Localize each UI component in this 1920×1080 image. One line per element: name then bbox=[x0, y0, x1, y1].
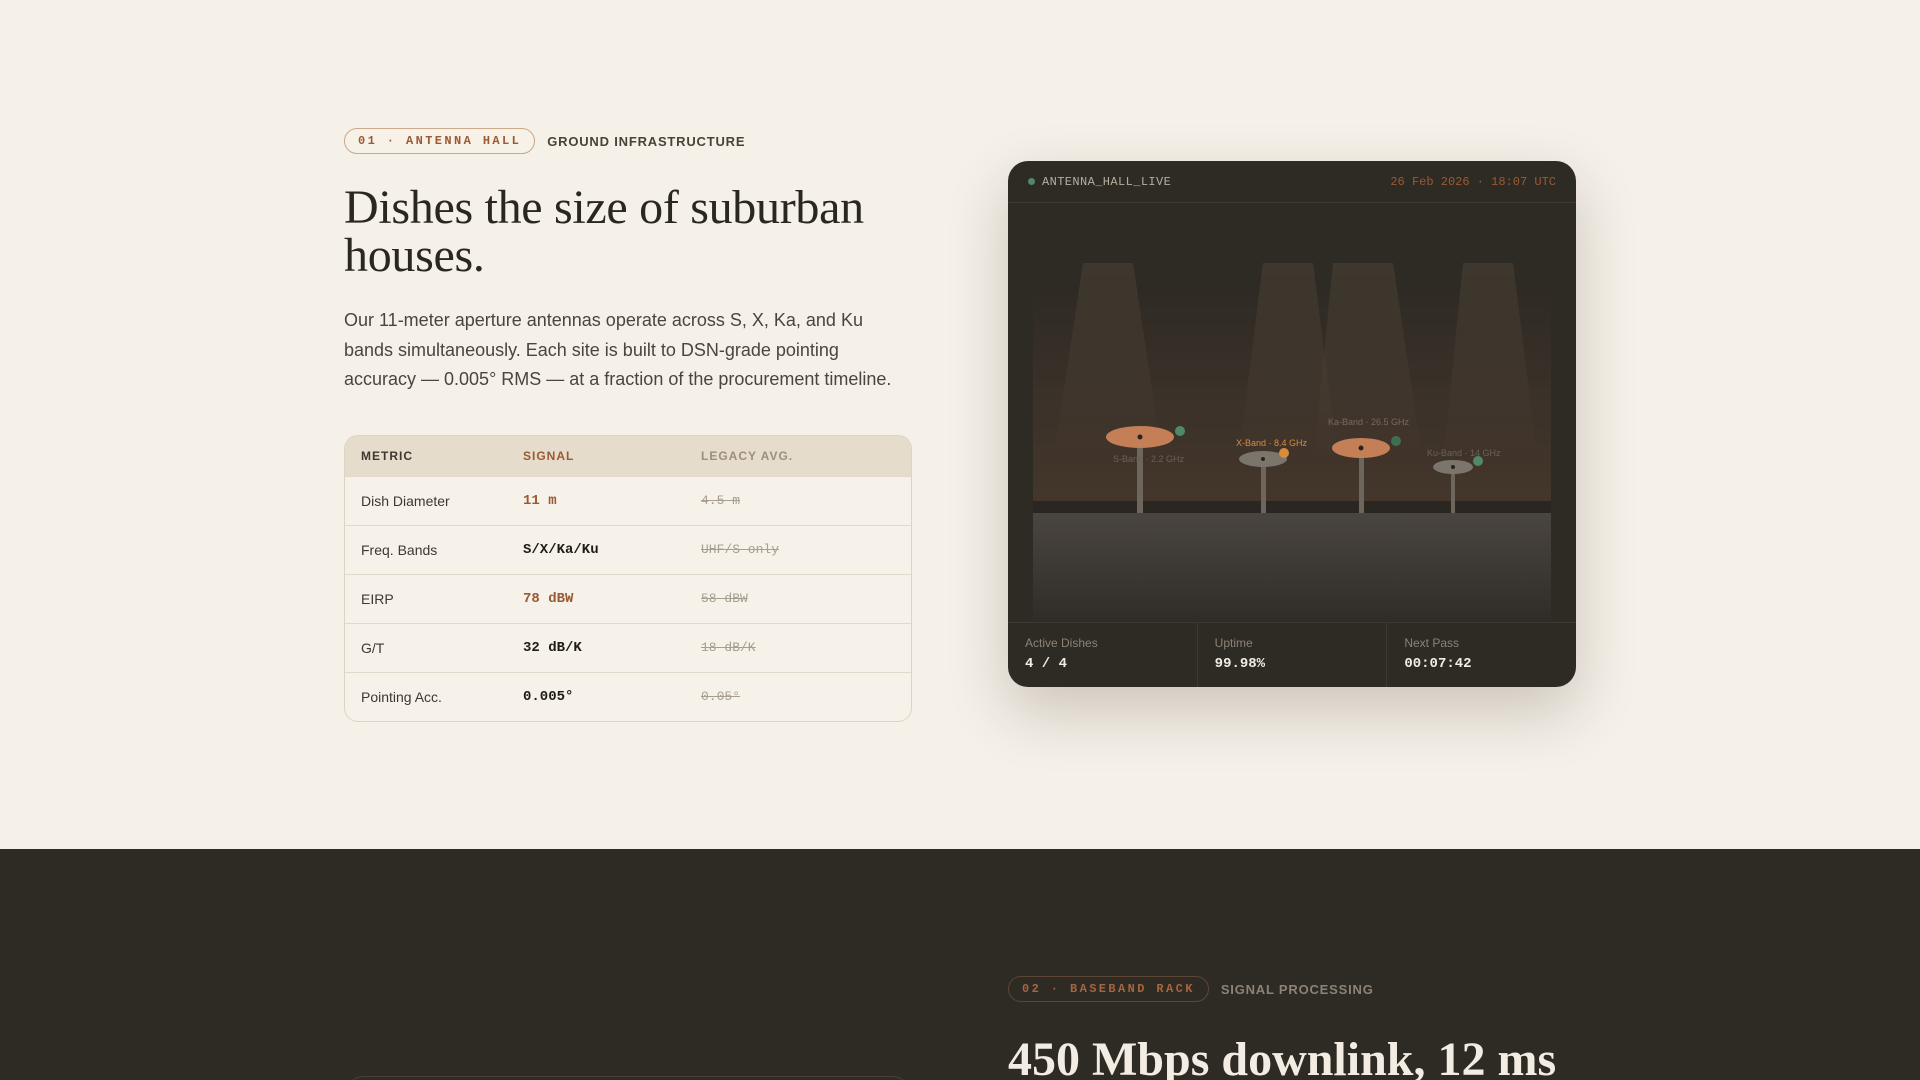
stat-label: Next Pass bbox=[1404, 636, 1460, 650]
table-row: Freq. Bands S/X/Ka/Ku UHF/S only bbox=[345, 524, 911, 574]
stat-value: 4 / 4 bbox=[1025, 656, 1068, 672]
section-headline: Dishes the size of suburban houses. bbox=[344, 181, 864, 282]
band-label: Ka-Band · 26.5 GHz bbox=[1328, 417, 1410, 427]
panel-stats: Active Dishes 4 / 4 Uptime 99.98% Next P… bbox=[1008, 622, 1576, 687]
header-signal: SIGNAL bbox=[523, 448, 575, 463]
row-metric: Freq. Bands bbox=[361, 541, 438, 558]
band-status-dot-icon bbox=[1279, 448, 1289, 458]
table-row: G/T 32 dB/K 18 dB/K bbox=[345, 622, 911, 672]
stat-active-dishes: Active Dishes 4 / 4 bbox=[1008, 623, 1197, 687]
live-status-dot-icon bbox=[1028, 178, 1035, 185]
band-label: X-Band · 8.4 GHz bbox=[1236, 438, 1308, 448]
antenna-scene: S-Band · 2.2 GHz X-Band · 8.4 GHz Ka-Ban… bbox=[1033, 203, 1551, 621]
section-eyebrow: 01 · ANTENNA HALL GROUND INFRASTRUCTURE bbox=[344, 128, 912, 154]
row-signal-value: 32 dB/K bbox=[523, 639, 582, 656]
stat-value: 99.98% bbox=[1214, 656, 1266, 672]
row-metric: Pointing Acc. bbox=[361, 688, 442, 705]
band-status-dot-icon bbox=[1175, 426, 1185, 436]
section-tag: 02 · BASEBAND RACK bbox=[1008, 976, 1209, 1002]
row-signal-value: 78 dBW bbox=[523, 590, 574, 607]
section-category: SIGNAL PROCESSING bbox=[1220, 981, 1374, 997]
row-metric: G/T bbox=[361, 639, 385, 656]
baseband-rack-section: 02 · BASEBAND RACK SIGNAL PROCESSING 450… bbox=[0, 849, 1920, 1080]
row-signal-value: S/X/Ka/Ku bbox=[523, 541, 599, 558]
row-metric: Dish Diameter bbox=[361, 492, 450, 509]
band-label: Ku-Band · 14 GHz bbox=[1427, 448, 1501, 458]
row-signal-value: 0.005° bbox=[523, 688, 574, 705]
row-legacy-value: UHF/S only bbox=[701, 542, 780, 557]
live-feed-label: ANTENNA_HALL_LIVE bbox=[1042, 174, 1172, 189]
section-eyebrow: 02 · BASEBAND RACK SIGNAL PROCESSING bbox=[1008, 976, 1556, 1002]
band-label: S-Band · 2.2 GHz bbox=[1113, 454, 1185, 464]
section-tag: 01 · ANTENNA HALL bbox=[344, 128, 536, 154]
stat-label: Uptime bbox=[1214, 636, 1253, 650]
table-header: METRIC SIGNAL LEGACY AVG. bbox=[345, 435, 911, 476]
row-metric: EIRP bbox=[361, 590, 394, 607]
section-category: GROUND INFRASTRUCTURE bbox=[547, 133, 746, 149]
table-row: Dish Diameter 11 m 4.5 m bbox=[345, 475, 911, 525]
baseband-card bbox=[344, 1076, 912, 1080]
comparison-table: METRIC SIGNAL LEGACY AVG. Dish Diameter … bbox=[344, 434, 912, 722]
live-indicator: ANTENNA_HALL_LIVE bbox=[1028, 175, 1171, 189]
section-description: Our 11-meter aperture antennas operate a… bbox=[344, 310, 892, 389]
antenna-hall-live-panel: ANTENNA_HALL_LIVE 26 Feb 2026 · 18:07 UT… bbox=[1008, 161, 1576, 687]
row-legacy-value: 4.5 m bbox=[701, 493, 741, 508]
baseband-rack-content: 02 · BASEBAND RACK SIGNAL PROCESSING 450… bbox=[1008, 976, 1556, 1080]
panel-header: ANTENNA_HALL_LIVE 26 Feb 2026 · 18:07 UT… bbox=[1008, 161, 1576, 203]
row-legacy-value: 18 dB/K bbox=[701, 640, 756, 655]
panel-timestamp: 26 Feb 2026 · 18:07 UTC bbox=[1390, 174, 1556, 189]
table-row: Pointing Acc. 0.005° 0.05° bbox=[345, 671, 911, 721]
row-legacy-value: 58 dBW bbox=[701, 591, 748, 606]
antenna-hall-content: 01 · ANTENNA HALL GROUND INFRASTRUCTURE … bbox=[344, 128, 912, 722]
stat-uptime: Uptime 99.98% bbox=[1196, 623, 1387, 687]
header-metric: METRIC bbox=[361, 448, 413, 463]
row-signal-value: 11 m bbox=[523, 492, 557, 509]
antenna-illustration: S-Band · 2.2 GHz X-Band · 8.4 GHz Ka-Ban… bbox=[1033, 203, 1551, 621]
section-headline: 450 Mbps downlink, 12 ms bbox=[1008, 1033, 1557, 1080]
stat-label: Active Dishes bbox=[1025, 636, 1098, 650]
antenna-hall-section: 01 · ANTENNA HALL GROUND INFRASTRUCTURE … bbox=[0, 0, 1920, 849]
stat-value: 00:07:42 bbox=[1404, 656, 1472, 672]
row-legacy-value: 0.05° bbox=[701, 689, 741, 704]
header-legacy: LEGACY AVG. bbox=[701, 448, 794, 463]
table-row: EIRP 78 dBW 58 dBW bbox=[345, 573, 911, 623]
hall-floor bbox=[1033, 513, 1551, 621]
band-status-dot-icon bbox=[1391, 436, 1401, 446]
stat-next-pass: Next Pass 00:07:42 bbox=[1386, 623, 1576, 687]
